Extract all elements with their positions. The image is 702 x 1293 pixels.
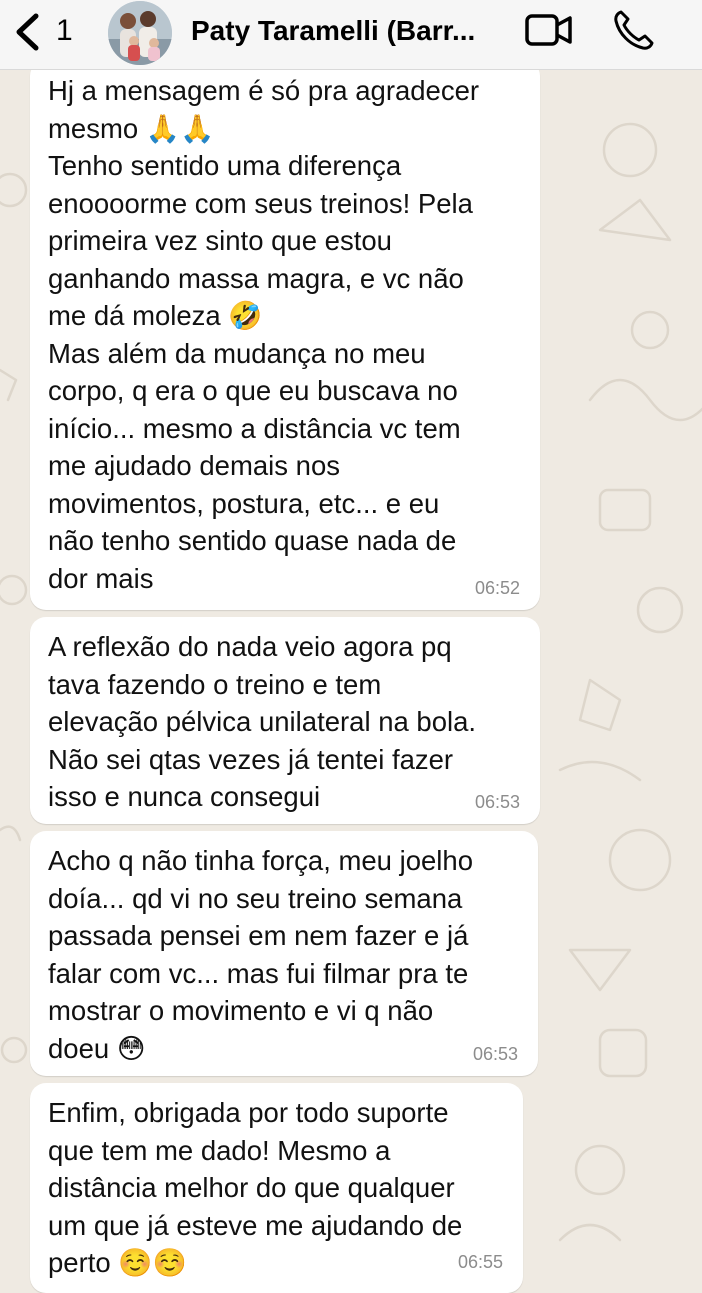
message-bubble[interactable]: A reflexão do nada veio agora pq tava fa… (30, 617, 540, 824)
contact-name[interactable]: Paty Taramelli (Barr... (191, 13, 509, 49)
message-timestamp: 06:55 (457, 1252, 503, 1272)
phone-icon[interactable] (612, 8, 656, 52)
message-text: Acho q não tinha força, meu joelho doía.… (48, 845, 474, 1064)
message-text: A reflexão do nada veio agora pq tava fa… (48, 631, 477, 812)
message-timestamp: 06:53 (472, 1044, 518, 1064)
avatar[interactable] (108, 1, 172, 65)
unread-count-badge[interactable]: 1 (56, 13, 73, 49)
message-bubble[interactable]: Hj a mensagem é só pra agradecer mesmo 🙏… (30, 60, 540, 610)
message-timestamp: 06:53 (474, 792, 520, 812)
message-timestamp: 06:52 (474, 578, 520, 598)
message-text: Hj a mensagem é só pra agradecer mesmo 🙏… (48, 75, 480, 594)
contact-photo (108, 1, 172, 65)
message-bubble[interactable]: Enfim, obrigada por todo suporte que tem… (30, 1083, 523, 1293)
chat-header: 1 Paty Taramelli (Barr... (0, 0, 702, 70)
chevron-left-icon[interactable] (10, 12, 44, 52)
message-text: Enfim, obrigada por todo suporte que tem… (48, 1097, 463, 1278)
video-camera-icon[interactable] (524, 10, 574, 50)
message-bubble[interactable]: Acho q não tinha força, meu joelho doía.… (30, 831, 538, 1076)
